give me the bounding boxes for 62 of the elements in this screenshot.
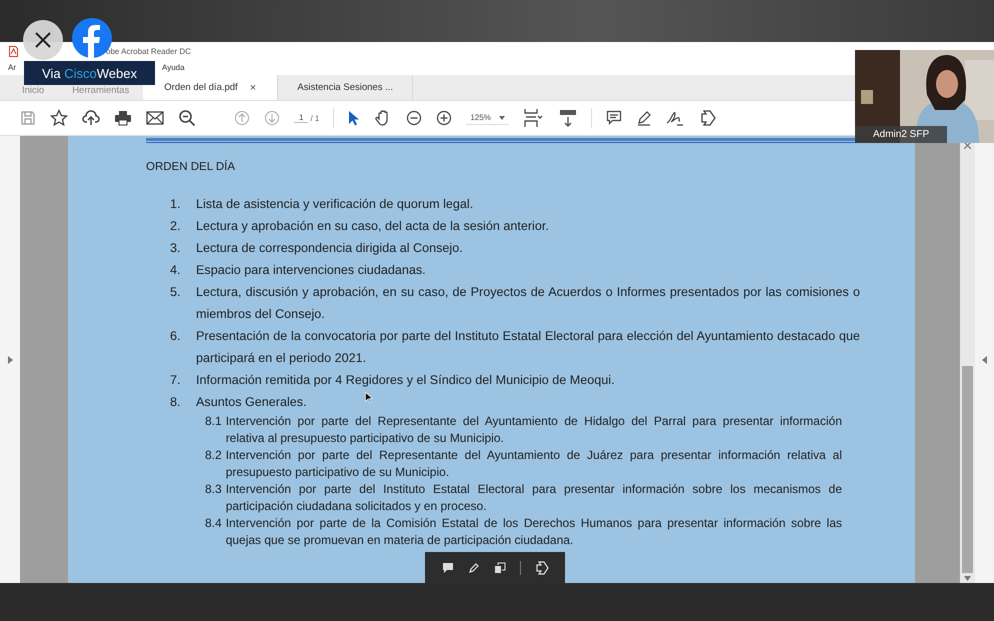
list-number: 1.	[170, 196, 182, 213]
tag-icon[interactable]	[534, 560, 548, 574]
list-item-text: Intervención por parte del Representante del Ayuntamiento de Hidalgo del Parral para presentar información relativa al presupuesto participativo de su Municipio.	[226, 414, 842, 445]
badge-text: Via CiscoWebex	[42, 66, 137, 80]
participant-name: Admin2 SFP	[855, 126, 948, 143]
tab[interactable]: Asistencia Sesiones ...	[278, 75, 414, 100]
document-heading: ORDEN DEL DÍA	[146, 161, 236, 173]
pointer-icon[interactable]	[348, 110, 360, 126]
list-item-text: Lectura de correspondencia dirigida al Consejo.	[196, 241, 463, 255]
zoom-plus-icon[interactable]	[436, 110, 452, 126]
copy-icon[interactable]	[494, 562, 506, 574]
scroll-down-icon[interactable]	[964, 576, 971, 581]
list-item-text: Lista de asistencia y verificación de quorum legal.	[196, 197, 474, 211]
list-item-text: Lectura y aprobación en su caso, del acta de la sesión anterior.	[196, 219, 549, 233]
pointer-icon	[365, 392, 373, 403]
fit-page-icon[interactable]	[522, 108, 545, 128]
zoom-out-icon[interactable]	[178, 109, 196, 127]
list-item-text: Intervención por parte del Instituto Estatal Electoral para presentar información sobre los mecanismos de participación ciudadana solicitados y en proceso.	[226, 482, 842, 513]
save-icon[interactable]	[20, 110, 36, 126]
list-number: 6.	[170, 328, 182, 345]
zoom-minus-icon[interactable]	[406, 110, 422, 126]
list-number: 2.	[170, 218, 182, 235]
print-icon[interactable]	[114, 109, 132, 127]
list-number: 8.	[170, 394, 182, 411]
star-icon[interactable]	[50, 109, 68, 127]
list-number: 8.3	[205, 481, 222, 498]
page-count: / 1	[310, 114, 320, 122]
list-number: 3.	[170, 240, 182, 257]
list-number: 8.4	[205, 515, 222, 532]
pdf-icon	[9, 46, 18, 56]
menu-item[interactable]: Ar	[8, 63, 16, 72]
list-item-text: Espacio para intervenciones ciudadanas.	[196, 263, 426, 277]
scrollbar-thumb[interactable]	[962, 366, 973, 573]
cloud-upload-icon[interactable]	[82, 109, 100, 127]
expand-arrow-icon[interactable]	[8, 356, 12, 364]
comment-icon[interactable]	[606, 110, 622, 126]
list-item-text: Presentación de la convocatoria por parte del Instituto Estatal Electoral para elección del Ayuntamiento destacado que participará en el periodo 2021.	[196, 329, 860, 365]
zoom-dropdown[interactable]: 125%	[466, 111, 509, 125]
list-number: 4.	[170, 262, 182, 279]
list-number: 5.	[170, 284, 182, 301]
collapse-arrow-icon[interactable]	[982, 356, 987, 364]
pen-icon[interactable]	[636, 110, 652, 126]
close-icon	[35, 32, 51, 48]
scroll-mode-icon[interactable]	[558, 109, 577, 127]
list-item-text: Información remitida por 4 Regidores y el Síndico del Municipio de Meoqui.	[196, 373, 615, 387]
close-icon[interactable]	[964, 142, 971, 149]
caret-icon	[498, 116, 505, 120]
list-item-text: Lectura, discusión y aprobación, en su caso, de Proyectos de Acuerdos o Informes presentados por las comisiones o miembros del Consejo.	[196, 285, 860, 321]
tab[interactable]: Orden del día.pdf ×	[143, 75, 278, 100]
menu-item[interactable]: Ayuda	[162, 63, 185, 72]
list-number: 8.1	[205, 413, 222, 430]
list-item-text: Asuntos Generales.	[196, 395, 307, 409]
close-icon[interactable]: ×	[250, 82, 256, 94]
list-item-text: Intervención por parte de la Comisión Estatal de los Derechos Humanos para presentar información sobre las quejas que se promuevan en materia de participación ciudadana.	[226, 516, 842, 547]
sign-icon[interactable]	[666, 110, 684, 126]
page-number-field[interactable]: 1	[294, 113, 308, 123]
list-number: 7.	[170, 372, 182, 389]
mail-icon[interactable]	[146, 111, 164, 125]
comment-icon[interactable]	[442, 562, 454, 574]
list-number: 8.2	[205, 447, 222, 464]
window-title: obe Acrobat Reader DC	[106, 46, 191, 56]
list-item-text: Intervención por parte del Representante del Ayuntamiento de Juárez para presentar información relativa al presupuesto participativo de su Municipio.	[226, 448, 842, 479]
